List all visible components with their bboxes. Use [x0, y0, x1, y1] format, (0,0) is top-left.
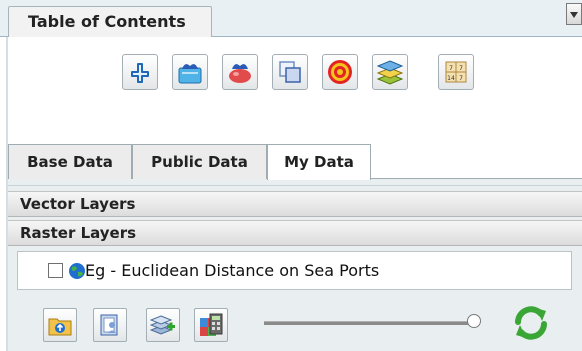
- globe-icon: [69, 263, 85, 279]
- target-tool-button[interactable]: [322, 54, 358, 90]
- raster-calculator-icon: [200, 313, 223, 336]
- import-button[interactable]: [43, 308, 77, 342]
- calculator-button[interactable]: [194, 308, 228, 342]
- select-tool-icon: [131, 63, 149, 83]
- tab-my-data[interactable]: My Data: [267, 144, 371, 180]
- vector-layers-header[interactable]: Vector Layers: [8, 191, 582, 217]
- layers-stack-tool-button[interactable]: [372, 54, 408, 90]
- folder-upload-icon: [48, 318, 72, 336]
- remove-layer-tool-icon: [229, 64, 251, 83]
- layer-visibility-checkbox[interactable]: [48, 263, 63, 278]
- raster-layer-list: Eg - Euclidean Distance on Sea Ports: [17, 251, 572, 290]
- panel-divider: [8, 185, 582, 186]
- add-layer-tool-icon: [178, 64, 202, 84]
- opacity-slider-handle[interactable]: [467, 314, 481, 328]
- library-button[interactable]: [93, 308, 127, 342]
- grid-cell-label: 7: [459, 75, 463, 82]
- add-layer-tool-button[interactable]: [172, 54, 208, 90]
- raster-layers-header[interactable]: Raster Layers: [8, 220, 582, 246]
- grid-numbers-tool-button[interactable]: 7 7 14 7: [438, 54, 474, 90]
- grid-cell-label: 7: [449, 65, 453, 72]
- remove-layer-tool-button[interactable]: [222, 54, 258, 90]
- opacity-slider-track[interactable]: [264, 321, 476, 325]
- grid-numbers-tool-icon: 7 7 14 7: [445, 61, 467, 83]
- book-user-icon: [100, 314, 118, 336]
- zoom-extent-tool-icon: [279, 61, 301, 83]
- layer-name: Eg - Euclidean Distance on Sea Ports: [85, 261, 380, 280]
- tab-base-data[interactable]: Base Data: [8, 144, 132, 179]
- panel-menu-button[interactable]: [566, 3, 582, 25]
- layers-stack-tool-icon: [376, 60, 404, 85]
- add-layers-button[interactable]: [146, 308, 180, 342]
- target-tool-icon: [328, 60, 352, 84]
- chevron-down-icon: [570, 12, 578, 18]
- layers-add-icon: [150, 315, 175, 335]
- grid-cell-label: 14: [447, 75, 455, 82]
- select-tool-button[interactable]: [122, 54, 158, 90]
- grid-cell-label: 7: [459, 65, 463, 72]
- panel-title-tab[interactable]: Table of Contents: [8, 6, 212, 37]
- zoom-extent-tool-button[interactable]: [272, 54, 308, 90]
- tab-public-data[interactable]: Public Data: [132, 144, 267, 179]
- refresh-icon[interactable]: [510, 302, 552, 344]
